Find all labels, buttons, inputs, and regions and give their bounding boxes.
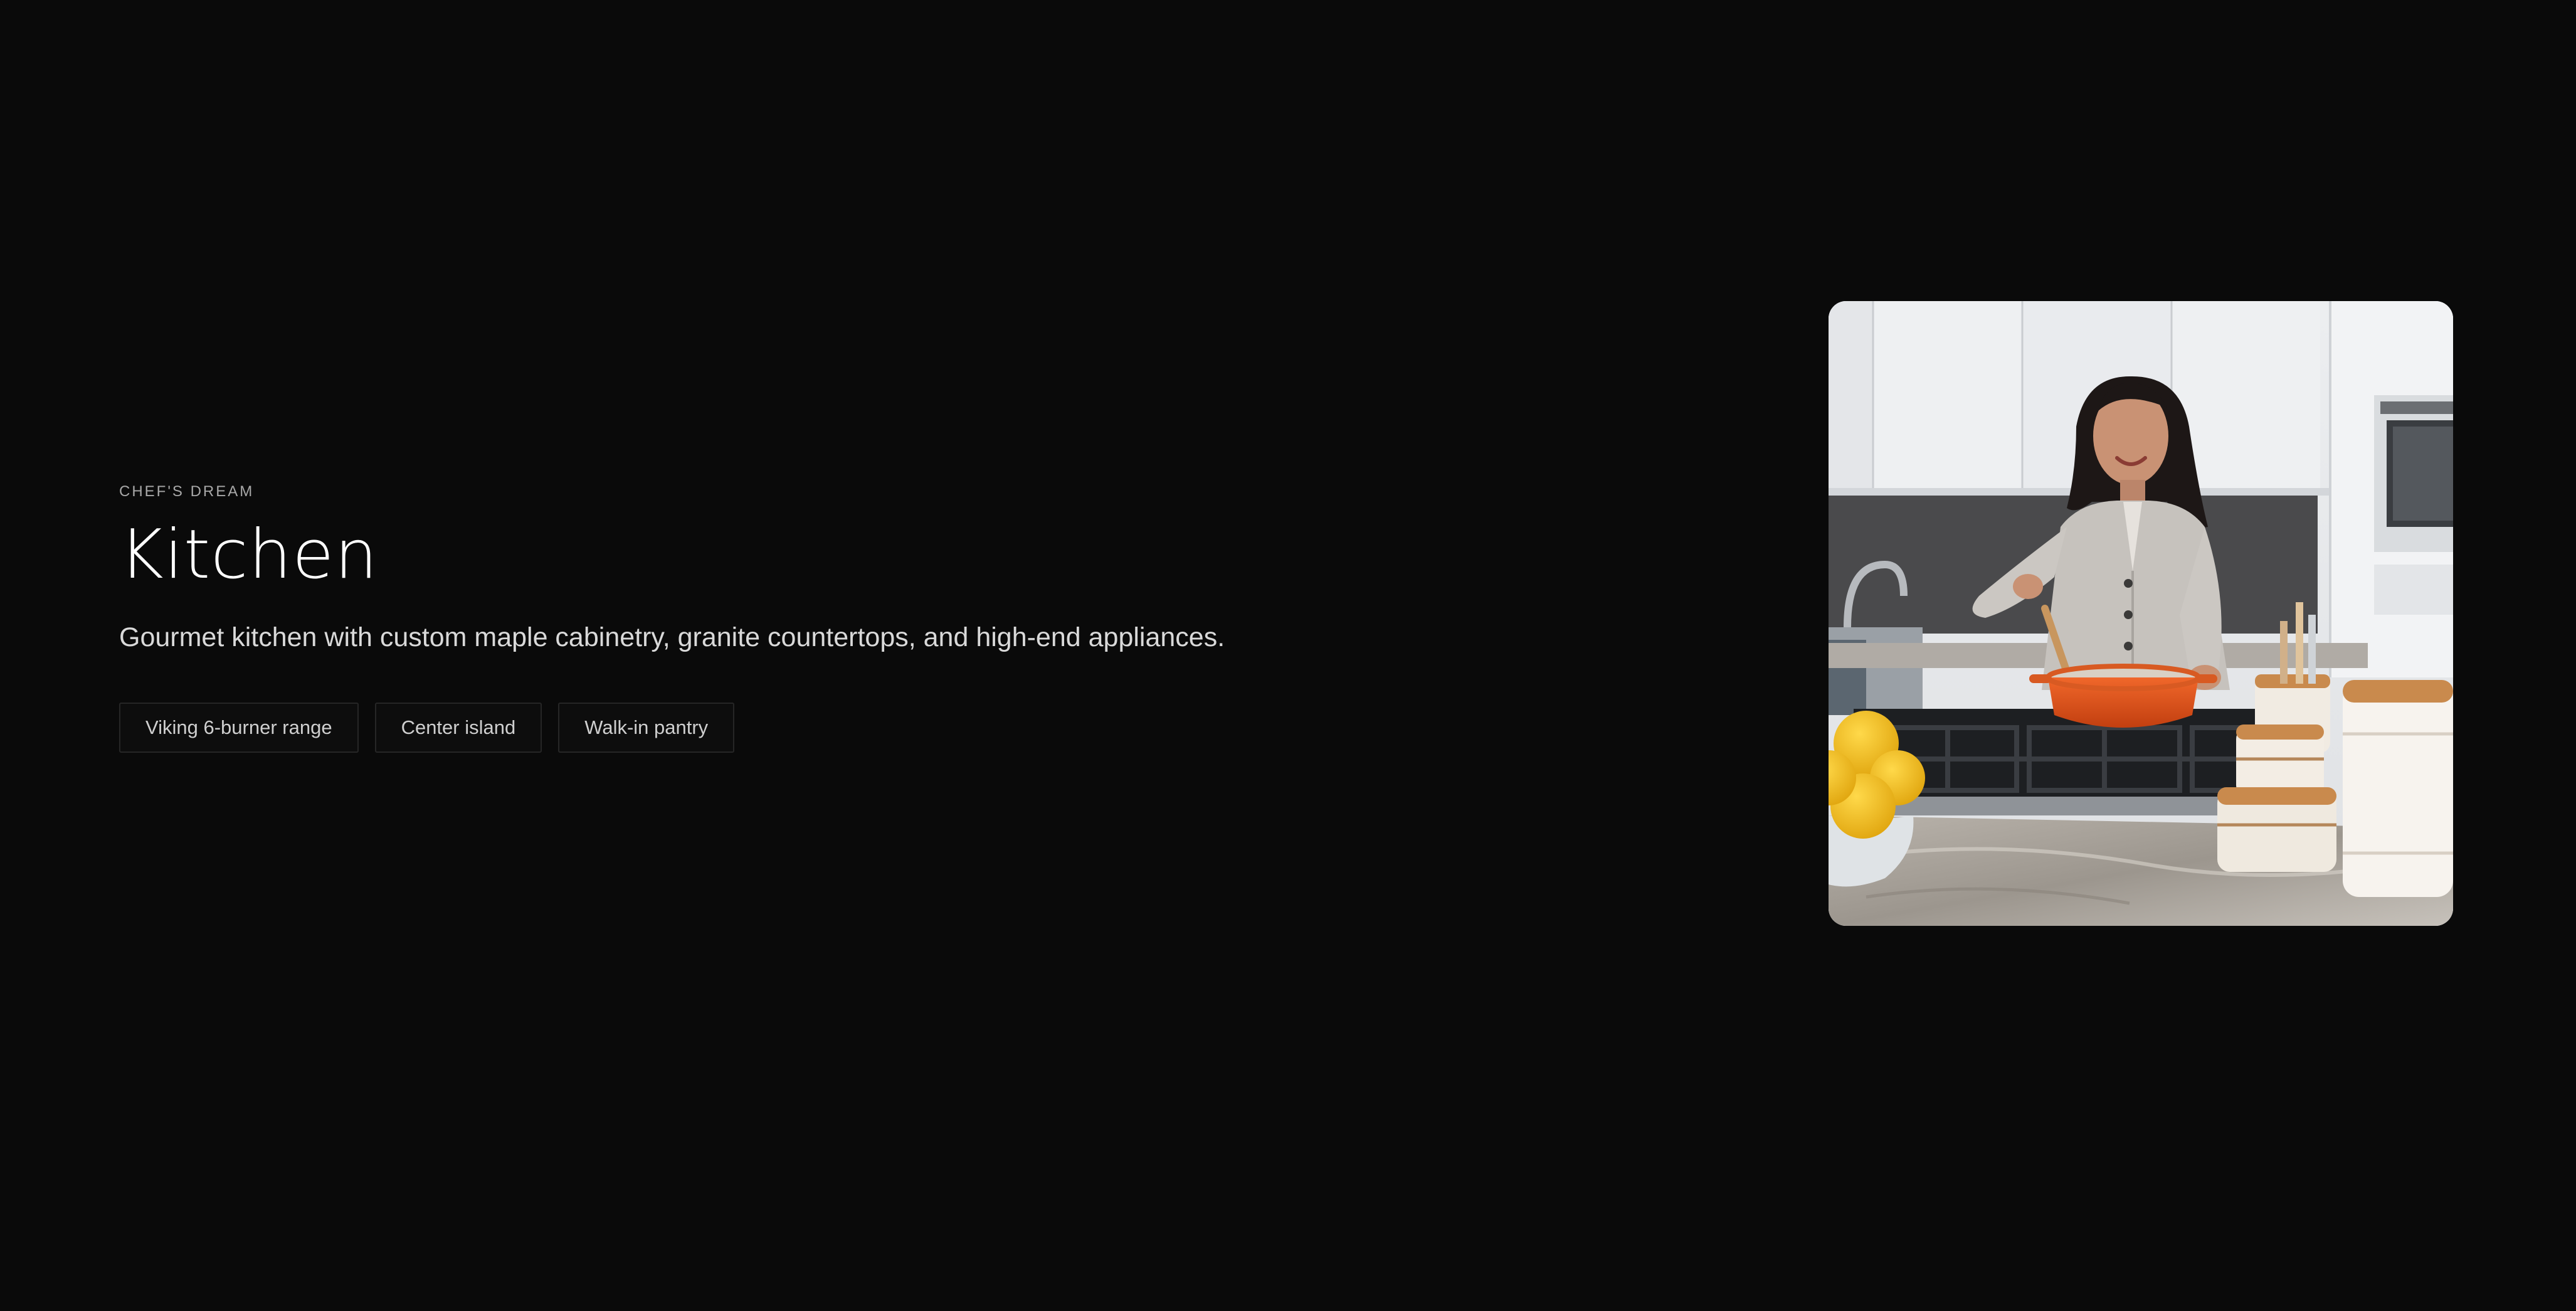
section-title: Kitchen: [119, 516, 378, 594]
kitchen-photo-illustration: [1829, 301, 2453, 926]
kitchen-feature-section: CHEF'S DREAM Kitchen Gourmet kitchen wit…: [0, 0, 2576, 1311]
feature-tag-list: Viking 6-burner range Center island Walk…: [119, 703, 1499, 753]
feature-tag-island: Center island: [374, 703, 542, 753]
kitchen-text-block: CHEF'S DREAM Kitchen Gourmet kitchen wit…: [119, 482, 1499, 753]
feature-tag-range: Viking 6-burner range: [119, 703, 359, 753]
feature-tag-pantry: Walk-in pantry: [558, 703, 735, 753]
section-eyebrow: CHEF'S DREAM: [119, 483, 255, 500]
section-description: Gourmet kitchen with custom maple cabine…: [119, 622, 1225, 652]
wall-oven: [2329, 301, 2453, 677]
kitchen-photo: [1829, 301, 2453, 926]
